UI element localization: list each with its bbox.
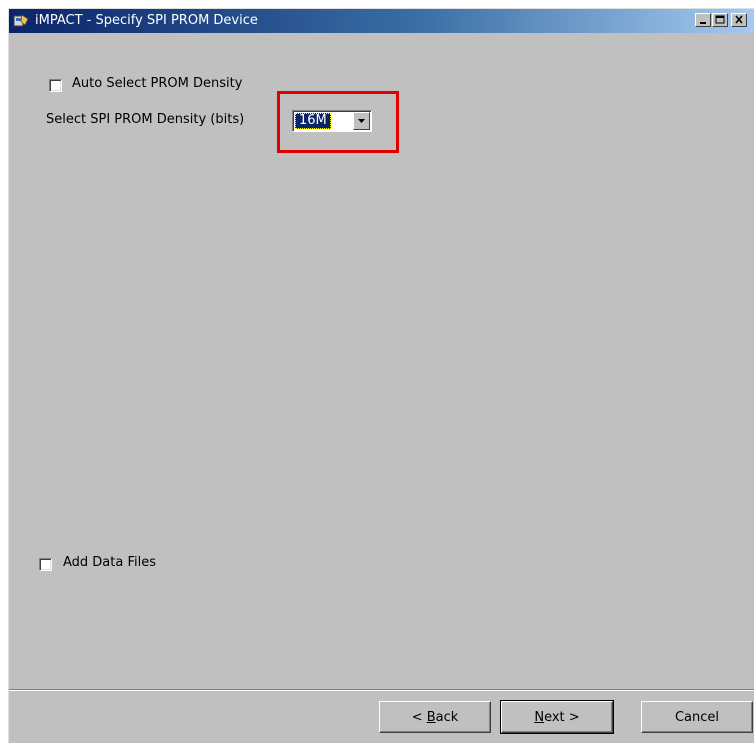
maximize-icon xyxy=(715,15,725,24)
back-button-rest: ack xyxy=(435,709,459,725)
minimize-icon xyxy=(700,22,706,24)
density-select-label: Select SPI PROM Density (bits) xyxy=(46,112,245,127)
next-button-rest: ext > xyxy=(544,709,580,725)
annotation-highlight-box xyxy=(277,91,399,153)
wizard-window: iMPACT - Specify SPI PROM Device Auto Se… xyxy=(8,8,754,743)
next-button[interactable]: Next > xyxy=(500,700,614,734)
close-icon xyxy=(735,15,743,24)
add-data-files-label: Add Data Files xyxy=(63,555,156,570)
maximize-button[interactable] xyxy=(712,13,728,27)
window-title: iMPACT - Specify SPI PROM Device xyxy=(35,13,258,28)
impact-app-icon xyxy=(13,14,29,27)
auto-select-density-checkbox[interactable] xyxy=(49,79,62,92)
back-button-mnemonic: B xyxy=(426,709,436,725)
close-button[interactable] xyxy=(731,13,747,27)
title-bar[interactable]: iMPACT - Specify SPI PROM Device xyxy=(9,9,754,33)
next-button-mnemonic: N xyxy=(534,709,545,725)
auto-select-density-label: Auto Select PROM Density xyxy=(72,76,243,91)
cancel-button[interactable]: Cancel xyxy=(641,701,753,733)
footer-separator xyxy=(9,689,754,691)
add-data-files-checkbox[interactable] xyxy=(39,558,52,571)
back-button[interactable]: < Back xyxy=(379,701,491,733)
back-button-prefix: < xyxy=(411,709,427,725)
minimize-button[interactable] xyxy=(695,13,711,27)
